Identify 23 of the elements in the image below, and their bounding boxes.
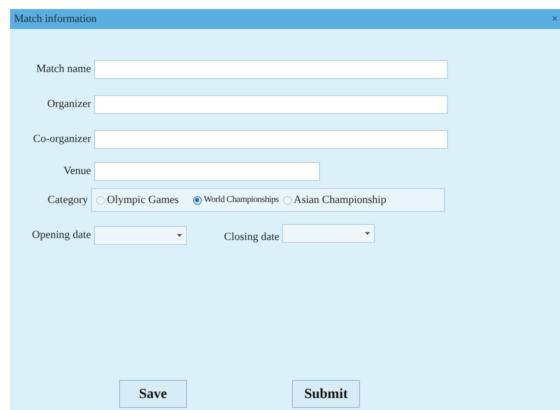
close-button[interactable]: × — [552, 14, 558, 24]
window-title: Match information — [14, 12, 97, 27]
caret-icon — [365, 232, 370, 235]
radio-button[interactable] — [192, 196, 202, 204]
text-field[interactable] — [94, 95, 448, 114]
text-field[interactable] — [94, 130, 448, 149]
field-label: Category — [46, 192, 89, 208]
field-label: Co-organizer — [32, 132, 92, 148]
radio-option[interactable]: Asian Championship — [282, 192, 386, 208]
text-field[interactable] — [94, 60, 448, 79]
field-label: Organizer — [46, 97, 92, 112]
field-label: Closing date — [224, 230, 280, 245]
action-button[interactable]: Submit — [292, 380, 360, 408]
field-label: Venue — [62, 164, 92, 180]
date-dropdown[interactable] — [94, 226, 187, 245]
radio-option[interactable]: World Championships — [192, 193, 279, 207]
date-dropdown[interactable] — [282, 224, 376, 243]
action-button[interactable]: Save — [119, 380, 187, 408]
field-label: Match name — [35, 62, 92, 78]
text-field[interactable] — [94, 162, 320, 181]
caret-icon — [177, 234, 182, 237]
field-label: Opening date — [31, 228, 92, 243]
radio-option[interactable]: Olympic Games — [96, 192, 179, 208]
